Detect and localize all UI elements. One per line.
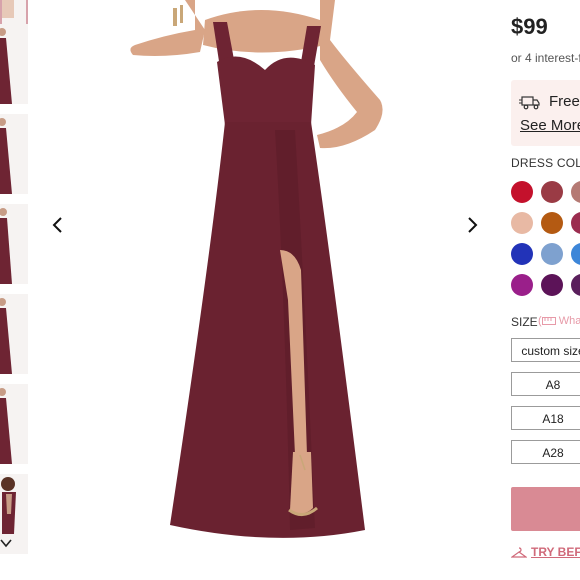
size-option-label: A18 — [542, 412, 564, 426]
truck-icon — [519, 96, 540, 110]
thumbnail-4[interactable] — [0, 204, 28, 284]
color-swatch[interactable] — [541, 212, 563, 234]
size-guide-link[interactable]: ( What's my size?) — [538, 315, 580, 327]
color-swatch[interactable] — [541, 243, 563, 265]
installment-text: or 4 interest-free payments — [511, 51, 580, 65]
product-price: $99 — [511, 14, 548, 39]
size-option-label: A8 — [545, 378, 561, 392]
chevron-right-icon — [468, 217, 478, 233]
color-swatch[interactable] — [511, 243, 533, 265]
color-label: DRESS COLOR — [511, 156, 580, 170]
color-swatch[interactable] — [571, 212, 580, 234]
product-image — [30, 0, 500, 580]
hanger-icon — [510, 547, 528, 558]
previous-image-button[interactable] — [46, 210, 70, 240]
thumbnail-6[interactable] — [0, 384, 28, 464]
add-to-bag-button[interactable] — [511, 487, 580, 531]
ruler-icon — [541, 317, 556, 326]
size-option-a8[interactable]: A8 — [511, 372, 580, 396]
thumbnail-5[interactable] — [0, 294, 28, 374]
color-swatch[interactable] — [571, 181, 580, 203]
size-option-a18[interactable]: A18 — [511, 406, 580, 430]
size-option-label: A28 — [542, 446, 564, 460]
color-swatch[interactable] — [511, 212, 533, 234]
try-before-you-buy-link[interactable]: TRY BEFORE YOU BUY — [510, 545, 580, 559]
size-guide-text: What's my size? — [558, 315, 580, 327]
color-swatch[interactable] — [541, 274, 563, 296]
chevron-down-icon[interactable] — [0, 535, 12, 551]
thumbnail-2[interactable] — [0, 24, 28, 104]
size-option-label: custom size — [521, 344, 580, 358]
see-more-link[interactable]: See More — [520, 117, 580, 134]
shipping-promo: Free Shipping See More — [511, 80, 580, 146]
next-image-button[interactable] — [460, 210, 484, 240]
chevron-left-icon — [52, 217, 62, 233]
try-label: TRY BEFORE YOU BUY — [531, 545, 580, 559]
color-swatch[interactable] — [571, 243, 580, 265]
size-option-a28[interactable]: A28 — [511, 440, 580, 464]
promo-title: Free Shipping — [549, 93, 580, 110]
size-option-custom[interactable]: custom size — [511, 338, 580, 362]
size-label: SIZE — [511, 315, 538, 329]
color-swatch[interactable] — [571, 274, 580, 296]
color-swatch[interactable] — [541, 181, 563, 203]
color-swatch[interactable] — [511, 181, 533, 203]
color-swatch[interactable] — [511, 274, 533, 296]
product-panel: $99 or 4 interest-free payments Free Shi… — [500, 0, 580, 580]
thumbnail-3[interactable] — [0, 114, 28, 194]
dress-photo — [130, 0, 383, 538]
